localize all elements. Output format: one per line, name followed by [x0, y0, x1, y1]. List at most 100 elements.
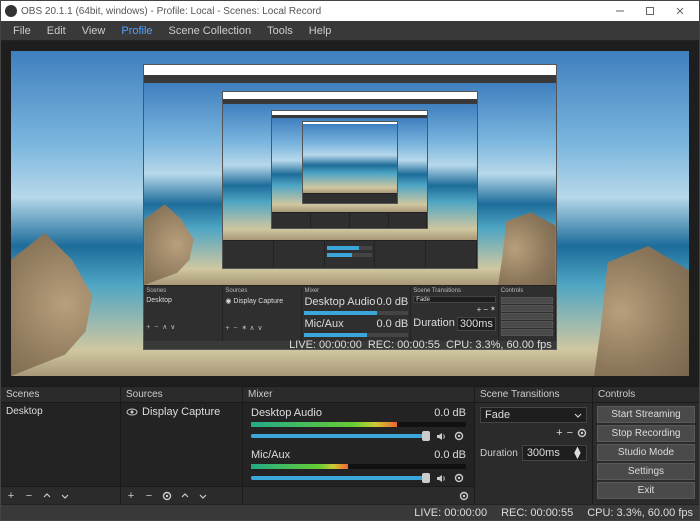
speaker-button[interactable]	[434, 429, 448, 443]
mixer-toolbar	[243, 486, 474, 504]
transition-properties-button[interactable]	[577, 428, 587, 438]
maximize-button[interactable]	[635, 1, 665, 21]
mixer-settings-button[interactable]	[457, 489, 471, 503]
chevron-up-icon	[181, 492, 189, 500]
nested-sources: Sources ◉ Display Capture +−✶∧∨	[223, 286, 302, 341]
source-up-button[interactable]	[178, 489, 192, 503]
remove-source-button[interactable]: −	[142, 489, 156, 503]
app-window: OBS 20.1.1 (64bit, windows) - Profile: L…	[0, 0, 700, 521]
nested-window-2	[222, 91, 477, 269]
gear-icon	[454, 431, 464, 441]
panel-scenes: Scenes Desktop + −	[1, 387, 121, 504]
add-source-button[interactable]: +	[124, 489, 138, 503]
close-icon	[675, 6, 685, 16]
scenes-list[interactable]: Desktop	[1, 403, 120, 486]
gear-icon	[162, 491, 172, 501]
preview-area[interactable]: Scenes Desktop +−∧∨ Sources ◉ Display Ca…	[1, 41, 699, 386]
status-live: LIVE: 00:00:00	[414, 507, 487, 519]
controls-header: Controls	[593, 387, 699, 403]
scenery-rocks-right	[553, 214, 689, 377]
gear-icon	[454, 473, 464, 483]
add-scene-button[interactable]: +	[4, 489, 18, 503]
stop-recording-button[interactable]: Stop Recording	[597, 425, 695, 442]
transitions-body: Fade + − Duration 300ms ▲▼	[475, 403, 592, 504]
duration-input[interactable]: 300ms ▲▼	[522, 445, 587, 461]
status-cpu: CPU: 3.3%, 60.00 fps	[587, 507, 693, 519]
menu-edit[interactable]: Edit	[39, 22, 74, 40]
channel-settings-button[interactable]	[452, 429, 466, 443]
window-buttons	[605, 1, 695, 21]
panel-transitions: Scene Transitions Fade + − Duration 300m…	[475, 387, 593, 504]
transitions-header: Scene Transitions	[475, 387, 592, 403]
source-label: Display Capture	[142, 406, 220, 418]
scenes-header: Scenes	[1, 387, 120, 403]
channel-settings-button[interactable]	[452, 471, 466, 485]
menu-file[interactable]: File	[5, 22, 39, 40]
menubar: File Edit View Profile Scene Collection …	[1, 21, 699, 41]
close-button[interactable]	[665, 1, 695, 21]
scene-item[interactable]: Desktop	[1, 403, 120, 420]
duration-spinner[interactable]: ▲▼	[572, 447, 582, 459]
mixer-channel-mic: Mic/Aux 0.0 dB	[243, 445, 474, 486]
nested-scenes: Scenes Desktop +−∧∨	[144, 286, 223, 341]
menu-tools[interactable]: Tools	[259, 22, 301, 40]
transition-select[interactable]: Fade	[480, 407, 587, 423]
menu-view[interactable]: View	[74, 22, 114, 40]
remove-transition-button[interactable]: −	[567, 427, 573, 439]
exit-button[interactable]: Exit	[597, 482, 695, 499]
start-streaming-button[interactable]: Start Streaming	[597, 406, 695, 423]
duration-label: Duration	[480, 448, 518, 459]
controls-body: Start Streaming Stop Recording Studio Mo…	[593, 403, 699, 504]
chevron-down-icon	[61, 492, 69, 500]
chevron-down-icon	[574, 411, 582, 419]
audio-meter	[251, 422, 466, 427]
source-properties-button[interactable]	[160, 489, 174, 503]
menu-profile[interactable]: Profile	[113, 22, 160, 40]
panel-controls: Controls Start Streaming Stop Recording …	[593, 387, 699, 504]
nested-mixer: Mixer Desktop Audio0.0 dB Mic/Aux0.0 dB	[302, 286, 411, 341]
sources-toolbar: + −	[121, 486, 242, 504]
minimize-icon	[615, 6, 625, 16]
app-icon	[5, 5, 17, 17]
mixer-header: Mixer	[243, 387, 474, 403]
scenery-rocks-left	[11, 197, 147, 376]
scene-down-button[interactable]	[58, 489, 72, 503]
channel-level: 0.0 dB	[434, 449, 466, 461]
volume-slider[interactable]	[251, 434, 430, 438]
volume-slider[interactable]	[251, 476, 430, 480]
studio-mode-button[interactable]: Studio Mode	[597, 444, 695, 461]
window-title: OBS 20.1.1 (64bit, windows) - Profile: L…	[21, 6, 605, 17]
speaker-button[interactable]	[434, 471, 448, 485]
source-down-button[interactable]	[196, 489, 210, 503]
panel-mixer: Mixer Desktop Audio0.0 dB Mic/Aux 0.0 dB	[243, 387, 475, 504]
nested-window-1: Scenes Desktop +−∧∨ Sources ◉ Display Ca…	[143, 64, 557, 350]
audio-meter	[251, 464, 466, 469]
menu-scene-collection[interactable]: Scene Collection	[161, 22, 260, 40]
titlebar: OBS 20.1.1 (64bit, windows) - Profile: L…	[1, 1, 699, 21]
sources-header: Sources	[121, 387, 242, 403]
remove-scene-button[interactable]: −	[22, 489, 36, 503]
eye-icon[interactable]	[126, 406, 138, 418]
scenes-toolbar: + −	[1, 486, 120, 504]
nested-window-4	[302, 121, 398, 204]
channel-name: Mic/Aux	[251, 449, 290, 461]
panel-sources: Sources Display Capture + −	[121, 387, 243, 504]
nested-controls: Controls	[499, 286, 556, 341]
speaker-icon	[436, 473, 447, 484]
source-item[interactable]: Display Capture	[121, 403, 242, 421]
speaker-icon	[436, 431, 447, 442]
transition-selected: Fade	[485, 409, 510, 421]
add-transition-button[interactable]: +	[556, 427, 562, 439]
gear-icon	[459, 491, 469, 501]
mixer-channel-desktop: Desktop Audio0.0 dB	[243, 403, 474, 445]
dock: Scenes Desktop + − Sources Display Captu…	[1, 386, 699, 504]
channel-name: Desktop Audio	[251, 407, 322, 419]
scene-up-button[interactable]	[40, 489, 54, 503]
settings-button[interactable]: Settings	[597, 463, 695, 480]
mixer-body: Desktop Audio0.0 dB Mic/Aux 0.0 dB	[243, 403, 474, 486]
sources-list[interactable]: Display Capture	[121, 403, 242, 486]
nested-window-3	[271, 110, 428, 229]
minimize-button[interactable]	[605, 1, 635, 21]
menu-help[interactable]: Help	[301, 22, 340, 40]
status-rec: REC: 00:00:55	[501, 507, 573, 519]
